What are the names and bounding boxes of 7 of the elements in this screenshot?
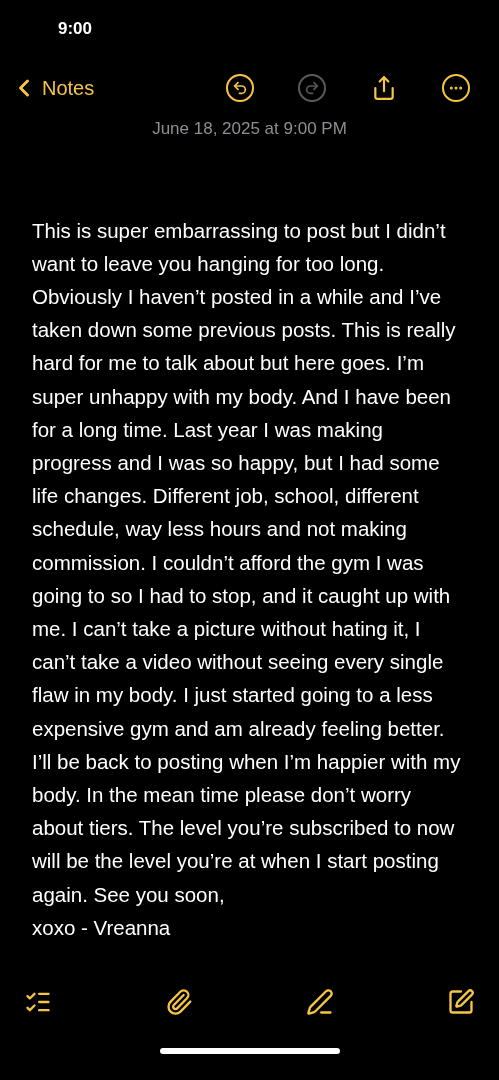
note-paragraph: xoxo - Vreanna (32, 914, 172, 941)
status-time: 9:00 (58, 18, 93, 41)
back-button[interactable]: Notes (10, 73, 95, 103)
compose-icon[interactable] (447, 988, 475, 1016)
note-date: June 18, 2025 at 9:00 PM (151, 118, 348, 140)
paperclip-icon[interactable] (165, 988, 193, 1016)
pen-icon[interactable] (306, 988, 334, 1016)
